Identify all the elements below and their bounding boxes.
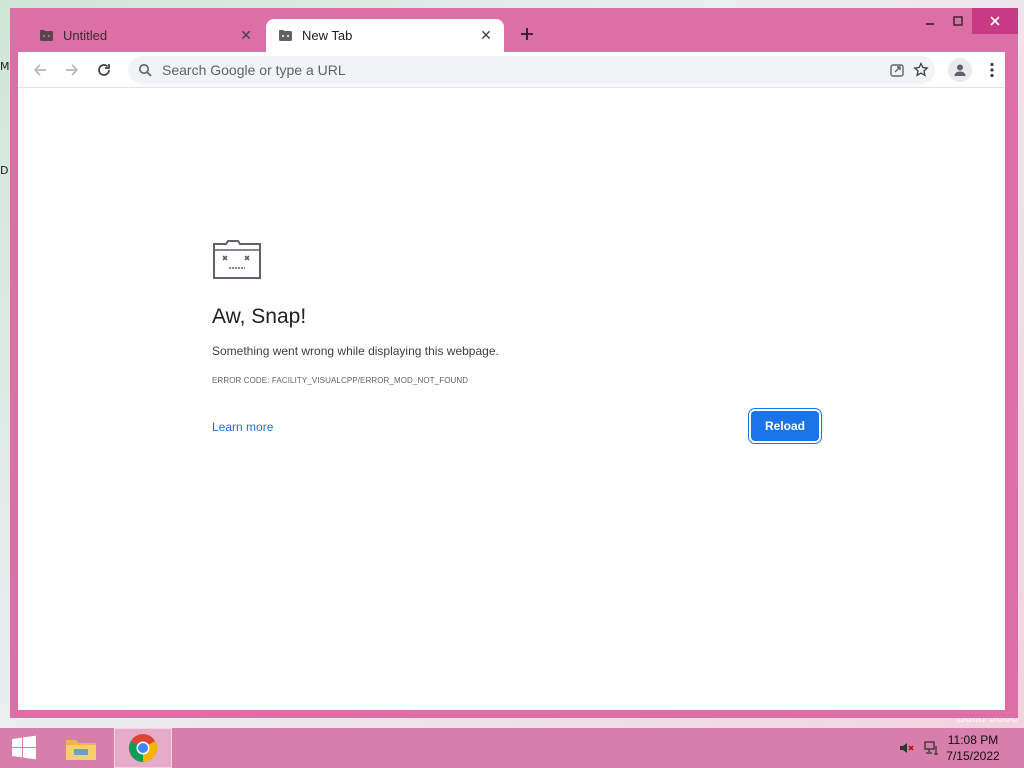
tab-strip: Untitled ✕ New Tab ✕: [10, 8, 1018, 52]
page-content: Aw, Snap! Something went wrong while dis…: [18, 88, 1005, 710]
taskbar-chrome[interactable]: [114, 728, 172, 768]
back-button[interactable]: [28, 58, 52, 82]
system-tray: [898, 740, 940, 756]
kebab-menu-icon: [990, 62, 994, 78]
bookmark-star-icon[interactable]: [913, 62, 929, 78]
omnibox-input[interactable]: [160, 61, 889, 79]
arrow-right-icon: [66, 64, 79, 76]
close-window-button[interactable]: [972, 8, 1018, 34]
new-tab-button[interactable]: [516, 23, 538, 45]
maximize-icon: [953, 16, 963, 26]
refresh-icon: [98, 64, 110, 76]
window-controls: [916, 8, 1018, 34]
profile-button[interactable]: [948, 58, 972, 82]
chrome-icon: [129, 734, 157, 762]
taskbar: 11:08 PM 7/15/2022: [0, 728, 1024, 768]
tab-new-tab[interactable]: New Tab ✕: [266, 19, 504, 52]
taskbar-file-explorer[interactable]: [52, 728, 110, 768]
error-code: Error code: FACILITY_VISUALCPP/ERROR_MOD…: [212, 376, 469, 385]
omnibox[interactable]: [128, 56, 935, 84]
sad-tab-favicon-icon: [39, 28, 54, 43]
forward-button[interactable]: [60, 58, 84, 82]
share-icon[interactable]: [889, 62, 905, 78]
folder-icon: [66, 740, 96, 760]
tab-close-icon[interactable]: ✕: [474, 24, 498, 48]
tab-title: Untitled: [63, 28, 108, 43]
minimize-button[interactable]: [916, 8, 944, 34]
reload-button[interactable]: Reload: [751, 411, 819, 441]
search-icon: [139, 64, 152, 77]
browser-toolbar: [18, 52, 1005, 88]
tab-untitled[interactable]: Untitled ✕: [28, 19, 264, 52]
error-message: Something went wrong while displaying th…: [212, 344, 499, 358]
arrow-left-icon: [33, 64, 46, 76]
minimize-icon: [926, 23, 934, 25]
maximize-button[interactable]: [944, 8, 972, 34]
clock-time: 11:08 PM: [947, 733, 999, 747]
error-title: Aw, Snap!: [212, 305, 307, 328]
learn-more-link[interactable]: Learn more: [212, 420, 273, 434]
browser-window: Untitled ✕ New Tab ✕ Search Google or ty…: [10, 8, 1018, 718]
desktop-icon-label: D: [0, 164, 9, 177]
reload-toolbar-button[interactable]: [92, 58, 116, 82]
clock-date: 7/15/2022: [946, 749, 1000, 763]
volume-muted-icon[interactable]: [898, 740, 914, 756]
tab-close-icon[interactable]: ✕: [234, 24, 258, 48]
profile-avatar-icon: [954, 64, 966, 76]
sad-tab-favicon-icon: [278, 28, 293, 43]
network-icon[interactable]: [924, 740, 940, 756]
sad-tab-error: Aw, Snap! Something went wrong while dis…: [212, 238, 812, 385]
start-button[interactable]: [0, 728, 48, 768]
sad-tab-icon: [213, 240, 261, 279]
omnibox-actions: [889, 62, 929, 78]
windows-logo-icon: [12, 735, 36, 760]
taskbar-clock[interactable]: 11:08 PM 7/15/2022: [940, 732, 1006, 764]
menu-button[interactable]: [980, 58, 1004, 82]
desktop-icon-label: M: [0, 60, 10, 73]
tab-title: New Tab: [302, 28, 353, 43]
close-icon: [990, 16, 1000, 26]
plus-icon: [521, 28, 533, 40]
